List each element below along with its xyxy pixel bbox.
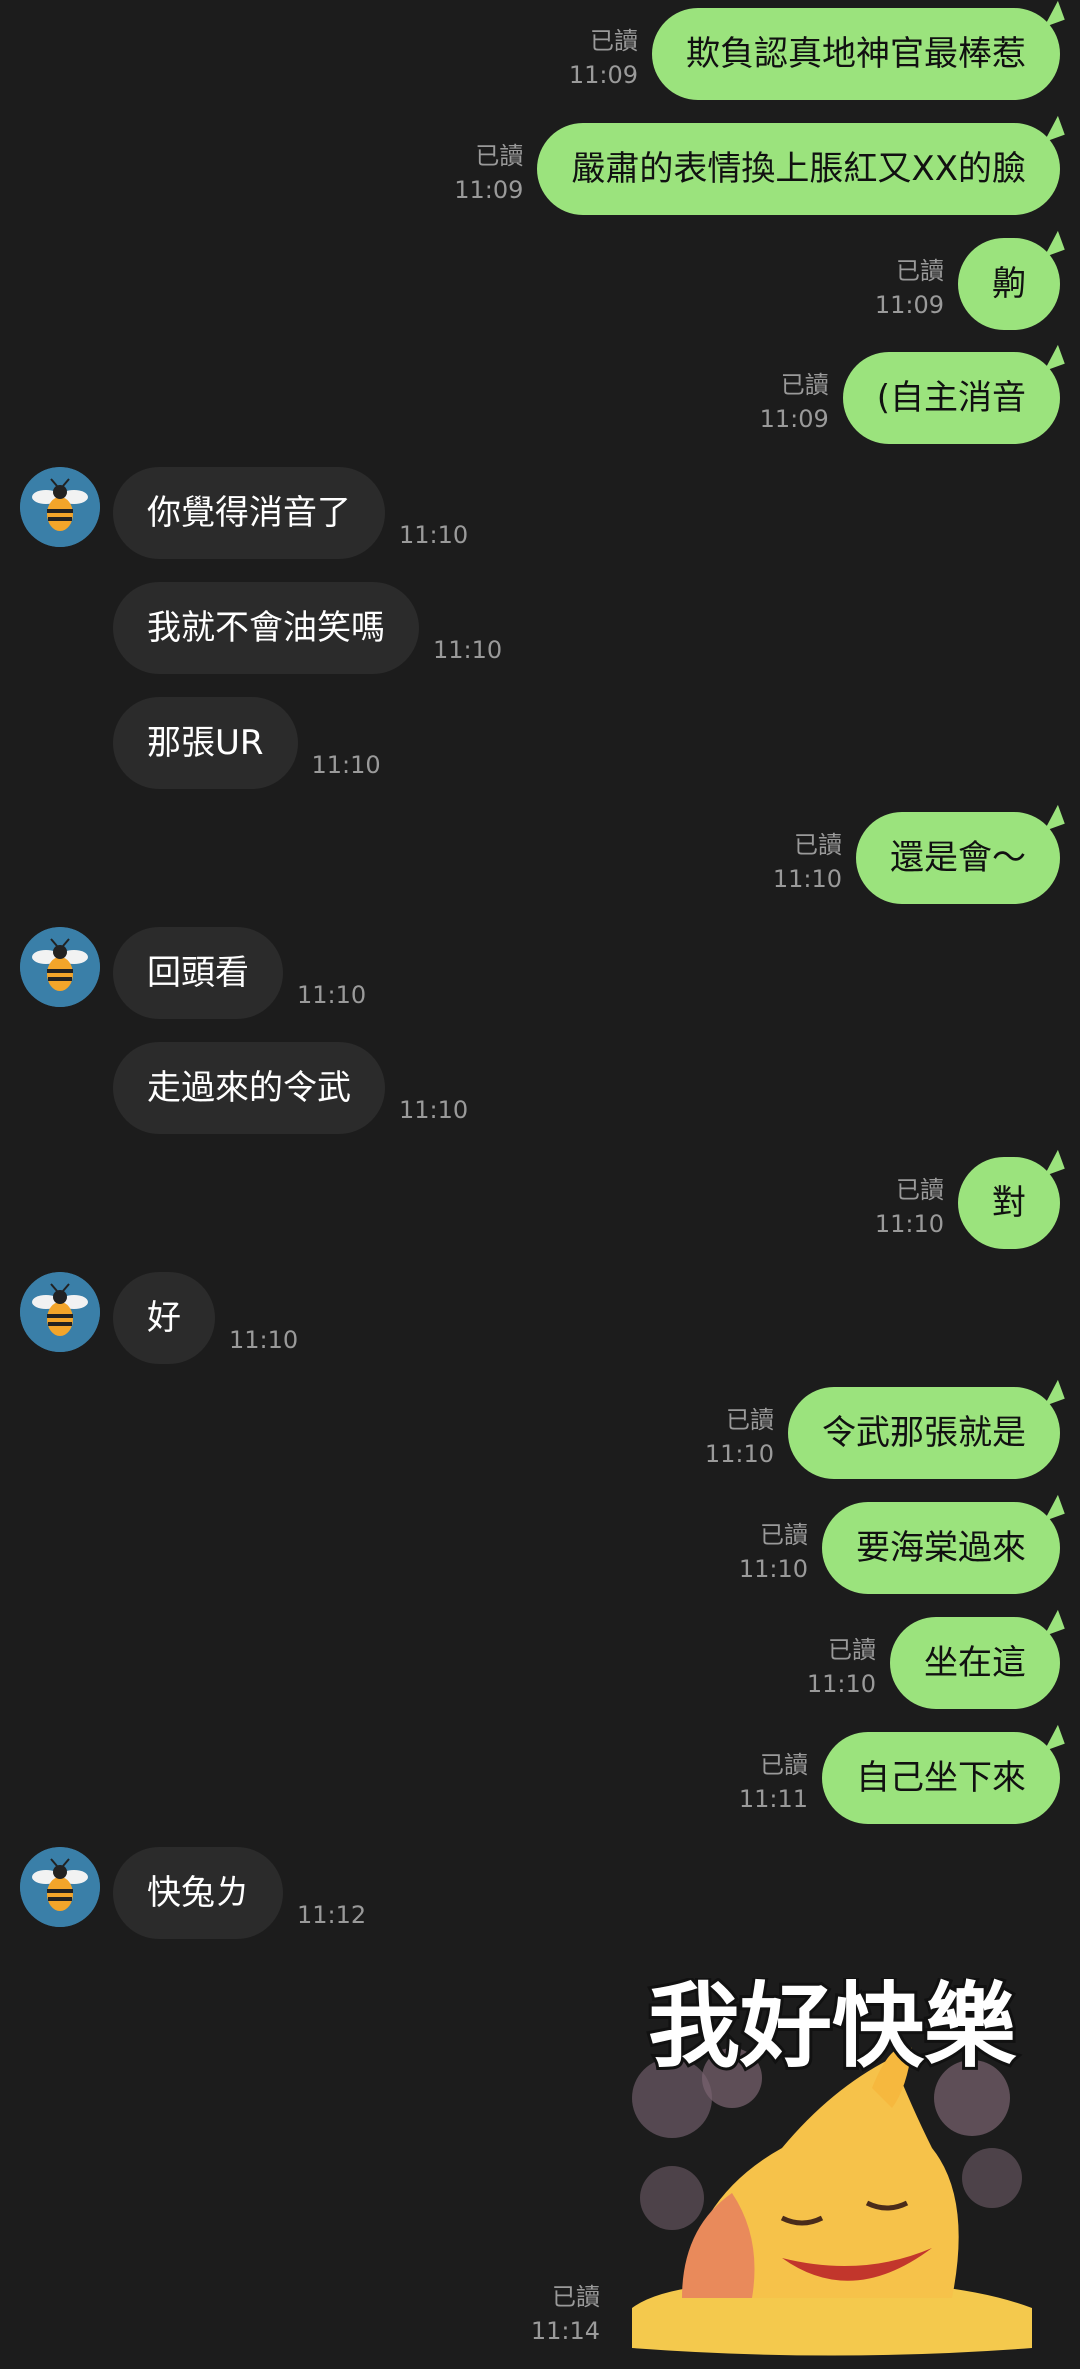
outgoing-message-bubble[interactable]: 自己坐下來 — [822, 1732, 1060, 1824]
outgoing-message-bubble[interactable]: 令武那張就是 — [788, 1387, 1060, 1479]
outgoing-message-bubble[interactable]: (自主消音 — [842, 352, 1060, 444]
sticker-meta: 已讀 11:14 — [500, 2280, 600, 2348]
incoming-message-bubble[interactable]: 回頭看 — [113, 927, 283, 1019]
bee-avatar-icon[interactable] — [20, 1272, 100, 1352]
message-time: 11:10 — [433, 636, 503, 664]
message-meta: 已讀 11:10 — [875, 1173, 944, 1241]
sticker-caption: 我好快樂 — [648, 1978, 1017, 2080]
bee-avatar-icon[interactable] — [20, 927, 100, 1007]
outgoing-message-bubble[interactable]: 要海棠過來 — [822, 1502, 1060, 1594]
incoming-message-bubble[interactable]: 那張UR — [113, 697, 298, 789]
outgoing-message-bubble[interactable]: 齁 — [958, 238, 1060, 330]
message-time: 11:10 — [704, 1440, 774, 1468]
incoming-message-row: 走過來的令武 11:10 — [0, 1042, 1080, 1134]
message-time: 11:10 — [399, 1096, 469, 1124]
read-status: 已讀 — [896, 1176, 944, 1204]
read-status: 已讀 — [760, 1751, 808, 1779]
incoming-message-bubble[interactable]: 你覺得消音了 — [113, 467, 385, 559]
outgoing-message-row: 已讀 11:11 自己坐下來 — [0, 1732, 1080, 1824]
message-meta: 已讀 11:11 — [739, 1748, 808, 1816]
outgoing-message-bubble[interactable]: 坐在這 — [890, 1617, 1060, 1709]
bee-avatar-icon[interactable] — [20, 467, 100, 547]
message-time: 11:10 — [874, 1210, 944, 1238]
read-status: 已讀 — [726, 1406, 774, 1434]
outgoing-message-bubble[interactable]: 嚴肅的表情換上脹紅又XX的臉 — [537, 123, 1060, 215]
message-time: 11:09 — [874, 291, 944, 319]
read-status: 已讀 — [780, 371, 829, 399]
outgoing-message-row: 已讀 11:10 令武那張就是 — [0, 1387, 1080, 1479]
incoming-message-row: 快兔ㄌ 11:12 — [0, 1847, 1080, 1939]
message-meta: 已讀 11:09 — [569, 24, 638, 92]
message-meta: 已讀 11:10 — [773, 828, 842, 896]
outgoing-message-row: 已讀 11:09 欺負認真地神官最棒惹 — [0, 8, 1080, 100]
message-time: 11:10 — [297, 981, 367, 1009]
message-time: 11:10 — [229, 1326, 299, 1354]
incoming-message-bubble[interactable]: 走過來的令武 — [113, 1042, 385, 1134]
incoming-message-bubble[interactable]: 我就不會油笑嗎 — [113, 582, 419, 674]
outgoing-message-bubble[interactable]: 還是會～ — [856, 812, 1060, 904]
message-time: 11:10 — [738, 1555, 808, 1583]
outgoing-message-bubble[interactable]: 欺負認真地神官最棒惹 — [652, 8, 1060, 100]
message-time: 11:10 — [311, 751, 381, 779]
read-status: 已讀 — [828, 1636, 876, 1664]
message-time: 11:14 — [530, 2317, 600, 2345]
message-meta: 已讀 11:09 — [760, 368, 829, 436]
incoming-message-row: 你覺得消音了 11:10 — [0, 467, 1080, 559]
incoming-message-row: 好 11:10 — [0, 1272, 1080, 1364]
outgoing-message-row: 已讀 11:09 (自主消音 — [0, 352, 1080, 444]
message-time: 11:09 — [568, 61, 638, 89]
bee-avatar-icon[interactable] — [20, 1847, 100, 1927]
message-time: 11:11 — [738, 1785, 808, 1813]
outgoing-message-row: 已讀 11:10 對 — [0, 1157, 1080, 1249]
message-meta: 已讀 11:10 — [705, 1403, 774, 1471]
message-meta: 已讀 11:10 — [739, 1518, 808, 1586]
read-status: 已讀 — [590, 27, 638, 55]
incoming-message-row: 回頭看 11:10 — [0, 927, 1080, 1019]
incoming-message-row: 我就不會油笑嗎 11:10 — [0, 582, 1080, 674]
incoming-message-bubble[interactable]: 好 — [113, 1272, 215, 1364]
outgoing-message-row: 已讀 11:09 嚴肅的表情換上脹紅又XX的臉 — [0, 123, 1080, 215]
outgoing-message-row: 已讀 11:09 齁 — [0, 238, 1080, 330]
chat-thread[interactable]: 已讀 11:09 欺負認真地神官最棒惹 已讀 11:09 嚴肅的表情換上脹紅又XX的臉 已讀… — [0, 0, 1080, 2369]
read-status: 已讀 — [475, 142, 524, 170]
incoming-message-bubble[interactable]: 快兔ㄌ — [113, 1847, 283, 1939]
read-status: 已讀 — [794, 831, 842, 859]
message-time: 11:09 — [759, 405, 829, 433]
outgoing-message-row: 已讀 11:10 坐在這 — [0, 1617, 1080, 1709]
outgoing-message-bubble[interactable]: 對 — [958, 1157, 1060, 1249]
message-time: 11:10 — [772, 865, 842, 893]
message-meta: 已讀 11:09 — [454, 139, 523, 207]
message-meta: 已讀 11:10 — [807, 1633, 876, 1701]
outgoing-message-row: 已讀 11:10 還是會～ — [0, 812, 1080, 904]
read-status: 已讀 — [552, 2283, 600, 2311]
message-meta: 已讀 11:09 — [875, 254, 944, 322]
message-time: 11:10 — [806, 1670, 876, 1698]
read-status: 已讀 — [760, 1521, 808, 1549]
outgoing-message-row: 已讀 11:10 要海棠過來 — [0, 1502, 1080, 1594]
message-time: 11:12 — [297, 1901, 367, 1929]
message-time: 11:10 — [399, 521, 469, 549]
read-status: 已讀 — [896, 257, 944, 285]
happy-cat-sticker[interactable]: 我好快樂 — [612, 1970, 1052, 2358]
message-time: 11:09 — [454, 176, 524, 204]
incoming-message-row: 那張UR 11:10 — [0, 697, 1080, 789]
